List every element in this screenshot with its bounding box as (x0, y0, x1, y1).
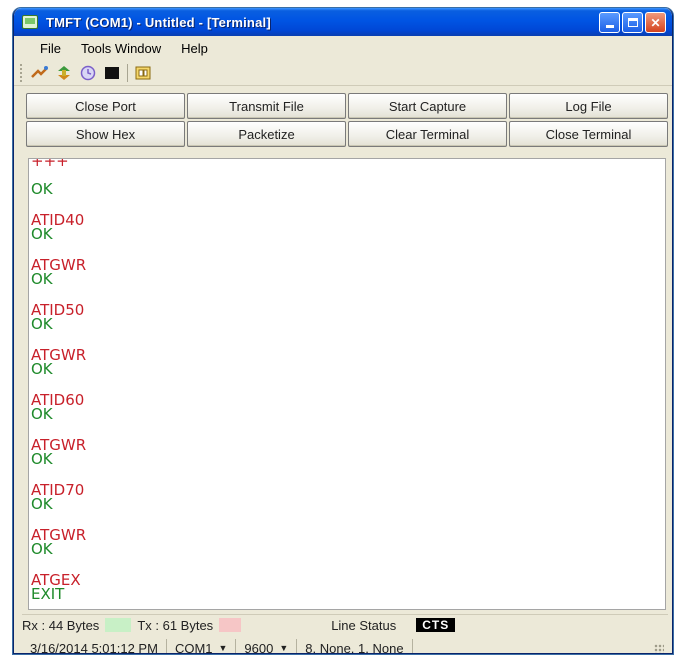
minimize-icon (605, 25, 614, 28)
tx-count: Tx : 61 Bytes (137, 617, 214, 633)
terminal-received-line: OK (31, 540, 53, 558)
close-icon: ✕ (650, 15, 661, 30)
minimize-button[interactable] (599, 12, 620, 33)
toolbar (14, 60, 672, 86)
rx-count: Rx : 44 Bytes (22, 617, 100, 633)
chevron-down-icon: ▼ (218, 643, 228, 653)
terminal-received-line: OK (31, 270, 53, 288)
panel-icon[interactable] (134, 64, 152, 82)
menu-bar: File Tools Window Help (14, 37, 672, 59)
terminal-received-line: EXIT (31, 585, 65, 603)
terminal-received-line: OK (31, 315, 53, 333)
menu-help[interactable]: Help (171, 41, 218, 56)
close-window-button[interactable]: ✕ (645, 12, 666, 33)
app-window: TMFT (COM1) - Untitled - [Terminal] ✕ Fi… (13, 8, 673, 654)
maximize-button[interactable] (622, 12, 643, 33)
line-status-label: Line Status (331, 617, 397, 633)
tx-indicator (219, 618, 242, 632)
app-icon (22, 15, 38, 29)
baud-value: 9600 (244, 640, 274, 654)
toolbar-separator (127, 63, 128, 82)
maximize-icon (627, 18, 638, 27)
resize-grip[interactable] (654, 644, 664, 653)
timer-icon[interactable] (79, 64, 97, 82)
datetime: 3/16/2014 5:01:12 PM (22, 639, 167, 653)
start-capture-button[interactable]: Start Capture (348, 93, 507, 119)
close-port-button[interactable]: Close Port (26, 93, 185, 119)
show-hex-button[interactable]: Show Hex (26, 121, 185, 147)
clear-terminal-button[interactable]: Clear Terminal (348, 121, 507, 147)
port-value: COM1 (174, 640, 213, 654)
terminal-received-line: OK (31, 450, 53, 468)
menu-file[interactable]: File (14, 41, 71, 56)
toolbar-grip[interactable] (20, 63, 23, 82)
terminal-received-line: OK (31, 495, 53, 513)
log-file-button[interactable]: Log File (509, 93, 668, 119)
terminal-received-line: OK (31, 405, 53, 423)
window-controls: ✕ (599, 12, 666, 33)
connect-icon[interactable] (31, 64, 49, 82)
transfer-icon[interactable] (55, 64, 73, 82)
command-buttons: Close Port Transmit File Start Capture L… (26, 93, 668, 147)
terminal-received-line: OK (31, 180, 53, 198)
packetize-button[interactable]: Packetize (187, 121, 346, 147)
cts-badge: CTS (416, 618, 456, 632)
baud-select[interactable]: 9600 ▼ (236, 639, 298, 654)
terminal-output[interactable]: +++ OK ATID40 OK ATGWR OK ATID50 OK ATGWR OK ATID6… (28, 158, 666, 610)
terminal-received-line: OK (31, 360, 53, 378)
chevron-down-icon: ▼ (279, 643, 289, 653)
rx-indicator (105, 618, 132, 632)
transmit-file-button[interactable]: Transmit File (187, 93, 346, 119)
status-bar-traffic: Rx : 44 Bytes Tx : 61 Bytes Line Status … (22, 614, 668, 635)
close-terminal-button[interactable]: Close Terminal (509, 121, 668, 147)
window-title: TMFT (COM1) - Untitled - [Terminal] (46, 14, 271, 30)
terminal-sent-line: +++ (31, 158, 69, 170)
terminal-icon[interactable] (103, 64, 121, 82)
port-select[interactable]: COM1 ▼ (167, 639, 237, 654)
serial-settings: 8, None, 1, None (297, 639, 413, 653)
menu-tools-window[interactable]: Tools Window (71, 41, 171, 56)
title-bar[interactable]: TMFT (COM1) - Untitled - [Terminal] ✕ (14, 8, 672, 36)
status-bar-port: 3/16/2014 5:01:12 PM COM1 ▼ 9600 ▼ 8, No… (22, 638, 668, 654)
terminal-received-line: OK (31, 225, 53, 243)
